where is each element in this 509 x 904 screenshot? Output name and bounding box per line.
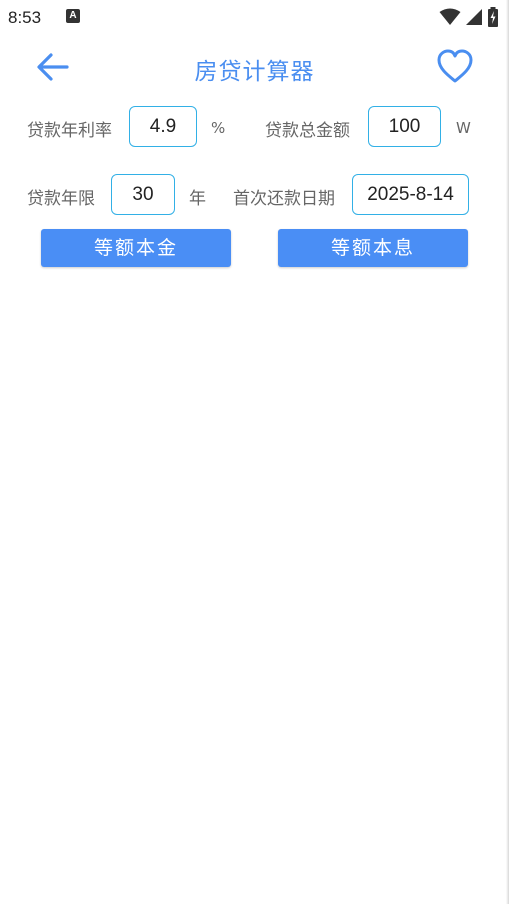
equal-installment-button[interactable]: 等额本息 (278, 229, 468, 267)
amount-unit: W (456, 119, 471, 137)
wifi-icon (439, 8, 461, 25)
status-icons (439, 7, 499, 27)
notification-a-icon: A (66, 9, 80, 23)
years-label: 贷款年限 (27, 189, 95, 209)
app-bar: 房贷计算器 (0, 40, 509, 94)
rate-unit: % (211, 119, 226, 137)
rate-input[interactable] (129, 106, 197, 147)
page-title: 房贷计算器 (194, 59, 315, 85)
status-bar: 8:53 A (0, 0, 509, 34)
signal-icon (466, 9, 482, 25)
heart-outline-icon (437, 49, 473, 83)
rate-label: 贷款年利率 (27, 121, 112, 141)
amount-input[interactable] (368, 106, 441, 147)
status-time: 8:53 (8, 8, 42, 27)
years-unit: 年 (189, 189, 206, 209)
equal-principal-button[interactable]: 等额本金 (41, 229, 231, 267)
years-input[interactable] (111, 174, 175, 215)
amount-label: 贷款总金额 (265, 121, 350, 141)
first-date-input[interactable] (352, 174, 469, 215)
favorite-button[interactable] (436, 48, 474, 84)
screen: 8:53 A 房贷计算器 贷款年利率 4.9 % 贷款总金额 100 W 贷款年… (0, 0, 509, 904)
first-date-label: 首次还款日期 (233, 189, 335, 209)
battery-charging-icon (488, 7, 498, 27)
